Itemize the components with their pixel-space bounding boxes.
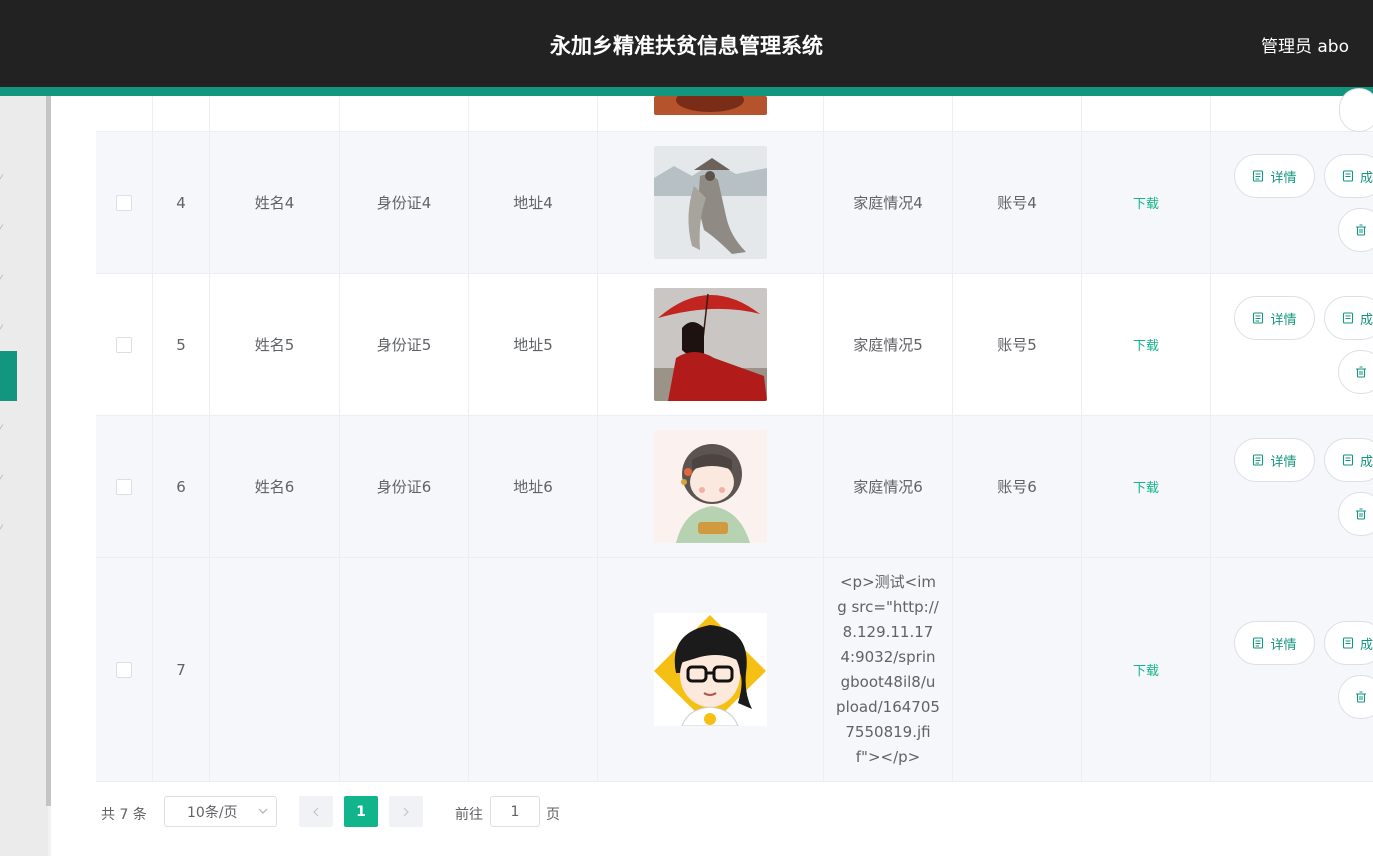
document-icon bbox=[1342, 312, 1354, 324]
row-checkbox[interactable] bbox=[116, 478, 132, 495]
cell-address: 地址6 bbox=[469, 416, 598, 557]
cell-idcard: 身份证5 bbox=[340, 274, 469, 415]
table-row: 7 <p>测试<img src="http://8.129.11.174:903… bbox=[96, 558, 1373, 782]
cell-name: 姓名5 bbox=[210, 274, 340, 415]
cell-account: 账号5 bbox=[953, 274, 1082, 415]
pagination-total: 共 7 条 bbox=[101, 807, 147, 823]
row-image[interactable] bbox=[654, 146, 767, 259]
cell-address: 地址5 bbox=[469, 274, 598, 415]
document-icon bbox=[1342, 170, 1354, 182]
cell-family: <p>测试<img src="http://8.129.11.174:9032/… bbox=[824, 558, 953, 781]
row-index: 4 bbox=[153, 132, 210, 273]
sidebar-item-arrow-icon[interactable]: ⁄ bbox=[0, 474, 6, 484]
chevron-down-icon bbox=[258, 808, 268, 814]
trash-icon bbox=[1356, 691, 1366, 703]
document-icon bbox=[1253, 170, 1264, 182]
table-row bbox=[96, 88, 1373, 132]
table-row: 6 姓名6 身份证6 地址6 家庭情况6 账号6 下载 详情 成 bbox=[96, 416, 1373, 558]
sidebar-item-arrow-icon[interactable]: ⁄ bbox=[0, 424, 6, 434]
download-link[interactable]: 下载 bbox=[1133, 660, 1159, 679]
download-link[interactable]: 下载 bbox=[1133, 335, 1159, 354]
cell-account: 账号4 bbox=[953, 132, 1082, 273]
delete-button[interactable] bbox=[1338, 492, 1373, 536]
pagination: 共 7 条 10条/页 1 前往 1 页 bbox=[101, 796, 1301, 828]
app-title: 永加乡精准扶贫信息管理系统 bbox=[550, 34, 823, 58]
delete-button[interactable] bbox=[1338, 208, 1373, 252]
sidebar-item-arrow-icon[interactable]: ⁄ bbox=[0, 274, 6, 284]
cell-address: 地址4 bbox=[469, 132, 598, 273]
goto-page-input[interactable]: 1 bbox=[490, 796, 540, 827]
page-size-select[interactable]: 10条/页 bbox=[164, 796, 277, 827]
sidebar-item-arrow-icon[interactable]: ⁄ bbox=[0, 524, 6, 534]
cell-name: 姓名6 bbox=[210, 416, 340, 557]
topbar-accent-line bbox=[0, 87, 1373, 96]
row-image[interactable] bbox=[654, 613, 767, 726]
result-button[interactable]: 成 bbox=[1324, 296, 1373, 340]
result-button[interactable]: 成 bbox=[1324, 154, 1373, 198]
chevron-left-icon bbox=[313, 807, 319, 816]
page-suffix: 页 bbox=[546, 807, 560, 823]
result-button[interactable]: 成 bbox=[1324, 621, 1373, 665]
cell-name: 姓名4 bbox=[210, 132, 340, 273]
delete-button[interactable] bbox=[1338, 675, 1373, 719]
document-icon bbox=[1342, 454, 1354, 466]
row-index: 5 bbox=[153, 274, 210, 415]
cell-idcard: 身份证6 bbox=[340, 416, 469, 557]
cell-idcard: 身份证4 bbox=[340, 132, 469, 273]
cell-family: 家庭情况5 bbox=[824, 274, 953, 415]
sidebar-item-arrow-icon[interactable]: ⁄ bbox=[0, 224, 6, 234]
sidebar-item-arrow-icon[interactable]: ⁄ bbox=[0, 174, 6, 184]
detail-button[interactable]: 详情 bbox=[1234, 296, 1315, 340]
detail-button[interactable]: 详情 bbox=[1234, 438, 1315, 482]
trash-icon bbox=[1356, 508, 1366, 520]
cell-family: 家庭情况6 bbox=[824, 416, 953, 557]
download-link[interactable]: 下载 bbox=[1133, 193, 1159, 212]
sidebar-item-arrow-icon[interactable]: ⁄ bbox=[0, 324, 6, 334]
cell-account: 账号6 bbox=[953, 416, 1082, 557]
row-checkbox[interactable] bbox=[116, 194, 132, 211]
top-bar: 永加乡精准扶贫信息管理系统 管理员 abo bbox=[0, 0, 1373, 87]
detail-button[interactable]: 详情 bbox=[1234, 154, 1315, 198]
chevron-right-icon bbox=[403, 807, 409, 816]
cell-family: 家庭情况4 bbox=[824, 132, 953, 273]
main-content: 4 姓名4 身份证4 地址4 家庭情况4 账号4 下载 详情 成 5 姓名5 身… bbox=[51, 88, 1373, 856]
detail-button[interactable]: 详情 bbox=[1234, 621, 1315, 665]
document-icon bbox=[1253, 454, 1264, 466]
cell-address bbox=[469, 558, 598, 781]
row-image bbox=[654, 96, 767, 115]
download-link[interactable]: 下载 bbox=[1133, 477, 1159, 496]
sidebar: ⁄ ⁄ ⁄ ⁄ ⁄ ⁄ ⁄ bbox=[0, 96, 48, 856]
document-icon bbox=[1342, 637, 1354, 649]
prev-page-button[interactable] bbox=[299, 796, 333, 827]
sidebar-active-item[interactable] bbox=[0, 351, 17, 401]
cell-account bbox=[953, 558, 1082, 781]
cell-name bbox=[210, 558, 340, 781]
goto-label: 前往 bbox=[455, 807, 483, 823]
trash-icon bbox=[1356, 224, 1366, 236]
row-index: 6 bbox=[153, 416, 210, 557]
delete-button[interactable] bbox=[1339, 88, 1373, 132]
table-row: 5 姓名5 身份证5 地址5 家庭情况5 账号5 下载 详情 成 bbox=[96, 274, 1373, 416]
result-button[interactable]: 成 bbox=[1324, 438, 1373, 482]
row-image[interactable] bbox=[654, 430, 767, 543]
document-icon bbox=[1253, 637, 1264, 649]
row-image[interactable] bbox=[654, 288, 767, 401]
current-user[interactable]: 管理员 abo bbox=[1261, 32, 1349, 57]
row-index: 7 bbox=[153, 558, 210, 781]
cell-idcard bbox=[340, 558, 469, 781]
row-checkbox[interactable] bbox=[116, 336, 132, 353]
row-checkbox[interactable] bbox=[116, 661, 132, 678]
page-number-button[interactable]: 1 bbox=[344, 796, 378, 827]
next-page-button[interactable] bbox=[389, 796, 423, 827]
document-icon bbox=[1253, 312, 1264, 324]
trash-icon bbox=[1356, 366, 1366, 378]
delete-button[interactable] bbox=[1338, 350, 1373, 394]
table-row: 4 姓名4 身份证4 地址4 家庭情况4 账号4 下载 详情 成 bbox=[96, 132, 1373, 274]
